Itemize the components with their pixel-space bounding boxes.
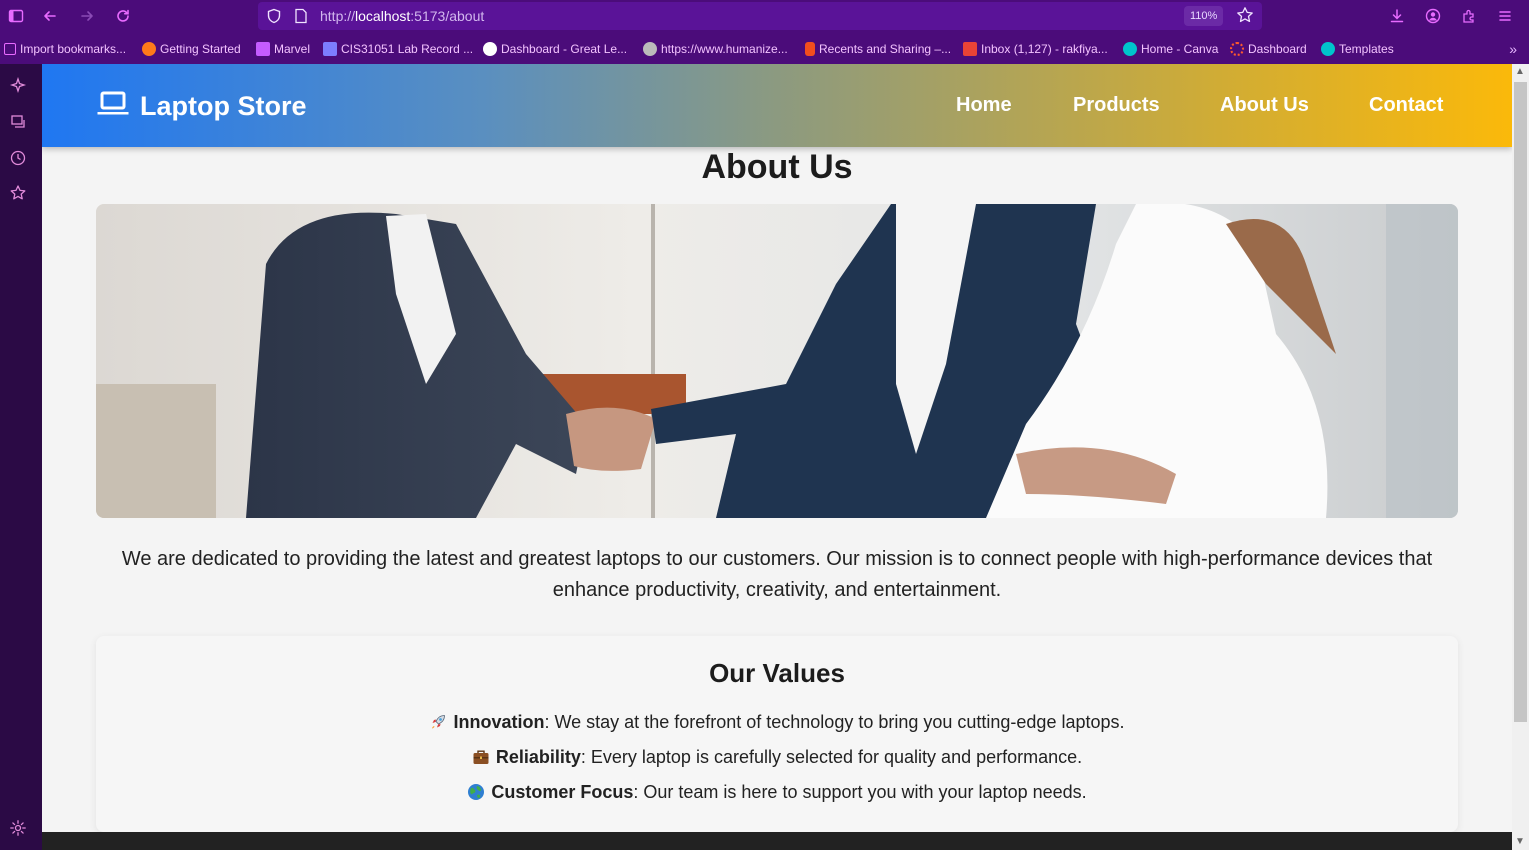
globe-favicon-icon	[643, 42, 657, 56]
tracking-shield-icon[interactable]	[266, 8, 282, 29]
bookmark-item[interactable]: Templates	[1321, 40, 1394, 58]
downloads-icon[interactable]	[1385, 4, 1409, 28]
chevron-right-icon[interactable]: »	[1509, 41, 1517, 57]
value-item-reliability: Reliability: Every laptop is carefully s…	[96, 747, 1458, 768]
synced-tabs-icon[interactable]	[9, 113, 27, 131]
history-icon[interactable]	[9, 149, 27, 167]
page-info-icon[interactable]	[294, 8, 308, 29]
account-icon[interactable]	[1421, 4, 1445, 28]
url-text[interactable]: http://localhost:5173/about	[320, 8, 484, 24]
import-icon	[4, 43, 16, 55]
settings-gear-icon[interactable]	[9, 819, 27, 837]
sidebar-toggle-icon[interactable]	[4, 4, 28, 28]
back-icon[interactable]	[38, 4, 62, 28]
value-item-innovation: Innovation: We stay at the forefront of …	[96, 712, 1458, 733]
browser-toolbar: http://localhost:5173/about 110%	[0, 0, 1529, 32]
bookmark-item[interactable]: CIS31051 Lab Record ...	[323, 40, 473, 58]
bookmarks-bar: Import bookmarks... Getting Started Marv…	[0, 32, 1529, 64]
forward-icon[interactable]	[75, 4, 99, 28]
hero-image	[96, 204, 1458, 518]
nav-link-products[interactable]: Products	[1073, 94, 1160, 117]
menu-icon[interactable]	[1493, 4, 1517, 28]
mission-text: We are dedicated to providing the latest…	[121, 548, 1433, 601]
bookmarks-star-icon[interactable]	[9, 184, 27, 202]
laptop-icon	[96, 90, 130, 123]
nav-link-home[interactable]: Home	[956, 94, 1012, 117]
bookmark-item[interactable]: Import bookmarks...	[4, 40, 126, 58]
list-icon	[323, 42, 337, 56]
rocket-icon	[429, 713, 447, 731]
google-icon	[483, 42, 497, 56]
briefcase-icon	[472, 748, 490, 766]
page-scrollbar[interactable]: ▲ ▼	[1512, 64, 1529, 850]
bookmark-item[interactable]: Marvel	[256, 40, 310, 58]
globe-icon	[467, 783, 485, 801]
bookmark-item[interactable]: Dashboard	[1230, 40, 1307, 58]
bookmark-star-icon[interactable]	[1236, 6, 1254, 29]
page-viewport: Laptop Store Home Products About Us Cont…	[42, 64, 1512, 850]
marvel-icon	[256, 42, 270, 56]
scroll-down-icon[interactable]: ▼	[1515, 836, 1525, 847]
browser-sidebar	[0, 64, 42, 850]
value-item-customer-focus: Customer Focus: Our team is here to supp…	[96, 782, 1458, 803]
canva-icon	[1123, 42, 1137, 56]
bookmark-item[interactable]: Getting Started	[142, 40, 241, 58]
bookmark-item[interactable]: https://www.humanize...	[643, 40, 788, 58]
bookmark-item[interactable]: Dashboard - Great Le...	[483, 40, 627, 58]
canva-icon	[1321, 42, 1335, 56]
gmail-icon	[963, 42, 977, 56]
values-title: Our Values	[709, 658, 845, 688]
nav-link-contact[interactable]: Contact	[1369, 94, 1443, 117]
figma-icon	[805, 42, 815, 56]
page-title: About Us	[701, 148, 853, 186]
scroll-up-icon[interactable]: ▲	[1515, 66, 1525, 77]
firefox-icon	[142, 42, 156, 56]
site-footer	[42, 832, 1512, 850]
site-navbar: Laptop Store Home Products About Us Cont…	[42, 64, 1512, 147]
brand-logo[interactable]: Laptop Store	[96, 90, 307, 123]
values-card: Our Values Innovation: We stay at the fo…	[96, 636, 1458, 832]
zoom-badge[interactable]: 110%	[1184, 6, 1224, 26]
nav-link-about[interactable]: About Us	[1220, 94, 1309, 117]
bookmark-item[interactable]: Inbox (1,127) - rakfiya...	[963, 40, 1108, 58]
brand-name: Laptop Store	[140, 91, 307, 121]
url-bar[interactable]: http://localhost:5173/about 110%	[258, 2, 1262, 30]
scrollbar-thumb[interactable]	[1514, 82, 1527, 722]
bookmark-item[interactable]: Recents and Sharing –...	[805, 40, 951, 58]
reload-icon[interactable]	[111, 4, 135, 28]
ai-sparkle-icon[interactable]	[9, 76, 27, 95]
dashboard-icon	[1230, 42, 1244, 56]
extensions-icon[interactable]	[1457, 4, 1481, 28]
bookmark-item[interactable]: Home - Canva	[1123, 40, 1218, 58]
